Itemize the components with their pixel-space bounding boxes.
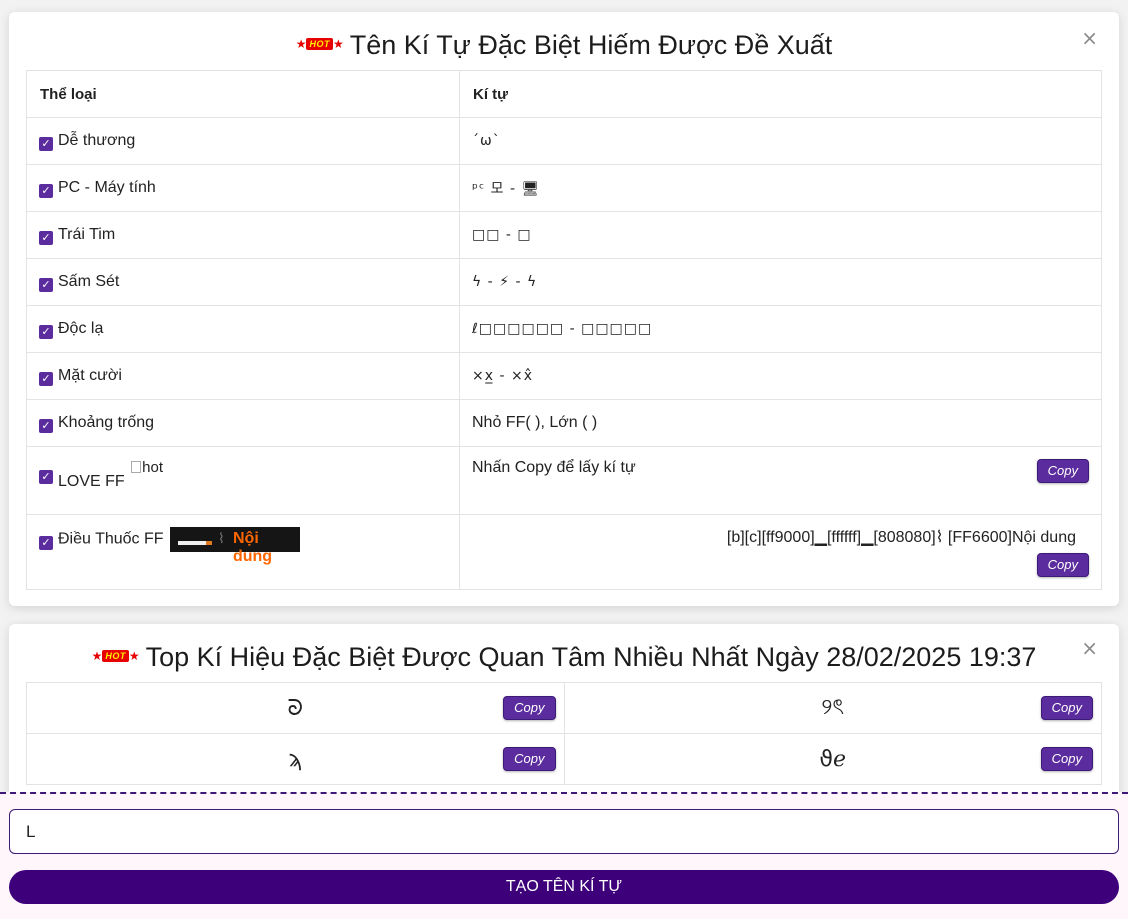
recommended-chars-panel: × ★ HOT ★ Tên Kí Tự Đặc Biệt Hiếm Được Đề X…	[9, 12, 1119, 606]
chars-cell[interactable]: ϟ - ⚡ - ϟ	[459, 258, 1102, 306]
category-label: LOVE FF	[58, 473, 125, 490]
symbol-text[interactable]: ϑℯ	[819, 747, 846, 772]
checkbox[interactable]: ✓	[39, 277, 53, 292]
header-chars: Kí tự	[459, 70, 1102, 118]
panel-title-text: Tên Kí Tự Đặc Biệt Hiếm Được Đề Xuất	[349, 30, 833, 60]
symbol-cell: ϑℯ Copy	[563, 733, 1102, 785]
checkbox[interactable]: ✓	[39, 470, 53, 484]
checkbox[interactable]: ✓	[39, 136, 53, 151]
chars-cell[interactable]: □□ - □	[459, 211, 1102, 259]
checkbox[interactable]: ✓	[39, 324, 53, 339]
category-label: Khoảng trống	[58, 413, 155, 431]
checkbox[interactable]: ✓	[39, 230, 53, 245]
checkbox[interactable]: ✓	[39, 183, 53, 198]
hot-image: hot	[131, 459, 163, 476]
chars-cell[interactable]: ℓ□□□□□□ - □□□□□	[459, 305, 1102, 353]
close-icon[interactable]: ×	[1081, 28, 1098, 48]
chars-cell[interactable]: ᵖᶜ 모 - 🖥	[459, 164, 1102, 212]
symbol-cell: ᘐ Copy	[26, 682, 565, 734]
table-row: ✓ Sấm Sét ϟ - ⚡ - ϟ	[26, 258, 1102, 306]
chars-cell: Nhấn Copy để lấy kí tự	[472, 459, 636, 476]
chars-cell[interactable]: ˊωˋ	[459, 117, 1102, 165]
table-row: ✓ Trái Tim □□ - □	[26, 211, 1102, 259]
chars-cell[interactable]: [b][c][ff9000]▁[ffffff]▁[808080]⌇ [FF660…	[472, 527, 1089, 547]
chars-table: Thể loại Kí tự ✓ Dễ thương ˊωˋ ✓ PC - Máy …	[26, 70, 1102, 590]
table-row: ᘐ Copy ୨ৎ Copy	[26, 682, 1102, 734]
close-icon[interactable]: ×	[1081, 638, 1098, 658]
symbol-text[interactable]: ᘐ	[288, 696, 304, 721]
table-row: ✓ Mặt cười ×x̲ - ×x̂	[26, 352, 1102, 400]
table-row: ✓ PC - Máy tính ᵖᶜ 모 - 🖥	[26, 164, 1102, 212]
chars-cell[interactable]: ×x̲ - ×x̂	[459, 352, 1102, 400]
checkbox[interactable]: ✓	[39, 535, 53, 550]
panel-title-text: Top Kí Hiệu Đặc Biệt Được Quan Tâm Nhiều…	[145, 642, 1037, 672]
header-category: Thể loại	[26, 70, 460, 118]
category-label: Dễ thương	[58, 131, 136, 149]
table-row: ✓ Điều Thuốc FF ⌇ Nội dung [b][c][ff9000]▁…	[26, 514, 1102, 590]
table-row: ✓ LOVE FF hot Nhấn Copy để lấy kí tự Copy	[26, 446, 1102, 515]
symbol-cell: ϡ Copy	[26, 733, 565, 785]
copy-button[interactable]: Copy	[1040, 696, 1093, 720]
top-symbols-table: ᘐ Copy ୨ৎ Copy ϡ Copy ϑℯ Copy	[26, 682, 1102, 785]
hot-badge-icon: ★ HOT ★	[295, 36, 344, 51]
copy-button[interactable]: Copy	[503, 747, 556, 771]
category-label: Điều Thuốc FF	[58, 530, 164, 548]
panel-title: ★ HOT ★ Tên Kí Tự Đặc Biệt Hiếm Được Đề Xuấ…	[9, 12, 1119, 62]
panel-title: ★ HOT ★ Top Kí Hiệu Đặc Biệt Được Quan Tâm …	[9, 624, 1119, 674]
table-row: ✓ Khoảng trống Nhỏ FF( ), Lớn ( )	[26, 399, 1102, 447]
copy-button[interactable]: Copy	[1036, 553, 1089, 577]
table-row: ✓ Độc lạ ℓ□□□□□□ - □□□□□	[26, 305, 1102, 353]
category-label: Trái Tim	[58, 225, 116, 243]
generate-name-button[interactable]: TẠO TÊN KÍ TỰ	[9, 870, 1119, 904]
name-input[interactable]	[9, 809, 1119, 854]
hot-badge-icon: ★ HOT ★	[91, 648, 140, 663]
category-label: PC - Máy tính	[58, 178, 156, 196]
symbol-text[interactable]: ϡ	[288, 747, 302, 772]
checkbox[interactable]: ✓	[39, 418, 53, 433]
category-label: Độc lạ	[58, 319, 104, 337]
copy-button[interactable]: Copy	[1036, 459, 1089, 483]
category-label: Sấm Sét	[58, 272, 120, 290]
table-header-row: Thể loại Kí tự	[26, 70, 1102, 118]
copy-button[interactable]: Copy	[1040, 747, 1093, 771]
copy-button[interactable]: Copy	[503, 696, 556, 720]
chars-cell[interactable]: Nhỏ FF( ), Lớn ( )	[459, 399, 1102, 447]
cigarette-image: ⌇ Nội dung	[169, 527, 300, 565]
category-label: Mặt cười	[58, 366, 122, 384]
symbol-text[interactable]: ୨ৎ	[821, 695, 844, 720]
symbol-cell: ୨ৎ Copy	[563, 682, 1102, 734]
table-row: ✓ Dễ thương ˊωˋ	[26, 117, 1102, 165]
checkbox[interactable]: ✓	[39, 371, 53, 386]
table-row: ϡ Copy ϑℯ Copy	[26, 733, 1102, 785]
name-generator-bar: TẠO TÊN KÍ TỰ	[0, 792, 1128, 919]
